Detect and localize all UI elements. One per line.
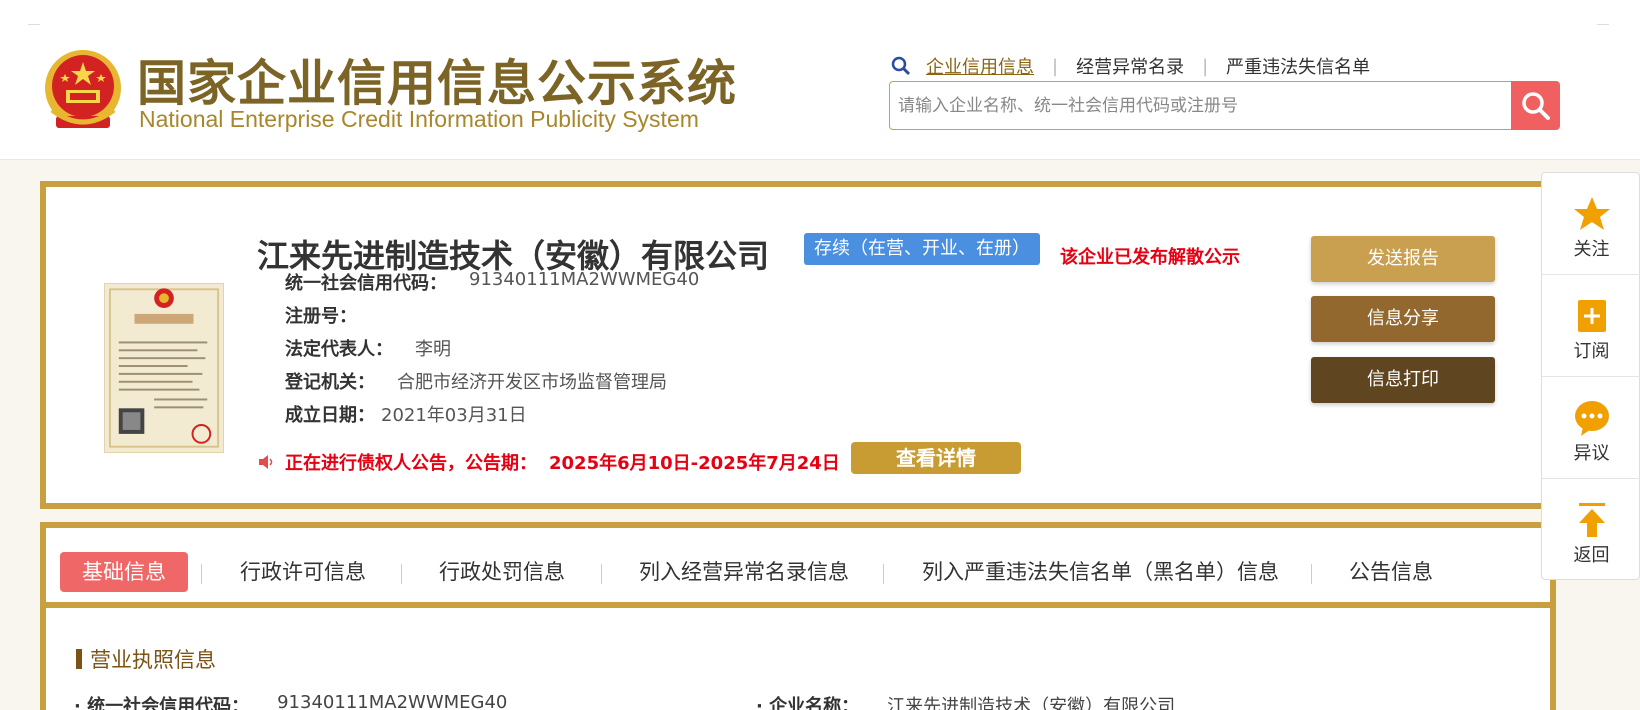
notice-text: 正在进行债权人公告，公告期： — [285, 453, 537, 474]
company-card: 江来先进制造技术（安徽）有限公司 存续（在营、开业、在册） 该企业已发布解散公示… — [40, 181, 1556, 509]
sidebar-label: 订阅 — [1573, 341, 1610, 362]
detail-value: 91340111MA2WWMEG40 — [277, 692, 508, 710]
search-button[interactable] — [1511, 81, 1560, 130]
field-establishment-date: 成立日期： 2021年03月31日 — [285, 401, 527, 427]
field-value: 合肥市经济开发区市场监督管理局 — [397, 372, 667, 393]
nav-serious-violation-list[interactable]: 严重违法失信名单 — [1226, 53, 1370, 79]
national-emblem-icon — [45, 50, 121, 128]
tab-announcements[interactable]: 公告信息 — [1349, 552, 1433, 592]
detail-value: 江来先进制造技术（安徽）有限公司 — [887, 696, 1176, 710]
field-registration-number: 注册号： — [285, 302, 357, 328]
field-legal-representative: 法定代表人： 李明 — [285, 335, 451, 361]
back-to-top-icon — [1579, 503, 1605, 537]
site-title-english: National Enterprise Credit Information P… — [139, 106, 699, 132]
search-icon — [1521, 91, 1550, 120]
star-icon — [1574, 197, 1610, 230]
header-divider-left — [28, 24, 40, 25]
follow-button[interactable]: 关注 — [1542, 173, 1640, 275]
share-info-button[interactable]: 信息分享 — [1311, 296, 1495, 342]
tab-divider — [601, 564, 602, 584]
tab-divider — [201, 564, 202, 584]
section-title-marker — [76, 649, 82, 669]
tab-bar: 基础信息 行政许可信息 行政处罚信息 列入经营异常名录信息 列入严重违法失信名单… — [46, 528, 1550, 608]
sidebar-label: 关注 — [1573, 239, 1610, 260]
page-header: 国家企业信用信息公示系统 National Enterprise Credit … — [0, 0, 1640, 160]
nav-separator: | — [1052, 55, 1059, 77]
field-credit-code: 统一社会信用代码： 91340111MA2WWMEG40 — [285, 269, 699, 295]
nav-separator: | — [1202, 55, 1209, 77]
speaker-icon — [259, 455, 273, 469]
objection-button[interactable]: 异议 — [1542, 377, 1640, 479]
tab-divider — [883, 564, 884, 584]
site-title: 国家企业信用信息公示系统 — [137, 55, 738, 112]
detail-company-name: · 企业名称： 江来先进制造技术（安徽）有限公司 — [756, 692, 1175, 710]
print-info-button[interactable]: 信息打印 — [1311, 357, 1495, 403]
field-value: 91340111MA2WWMEG40 — [469, 269, 700, 290]
floating-sidebar: 关注 订阅 异议 返回 — [1541, 172, 1640, 580]
subscribe-icon — [1578, 300, 1606, 332]
field-label: 成立日期： — [285, 405, 375, 426]
tab-abnormal-list[interactable]: 列入经营异常名录信息 — [639, 552, 849, 592]
dissolution-notice-link[interactable]: 该企业已发布解散公示 — [1060, 243, 1240, 269]
search-box — [889, 81, 1560, 130]
creditor-notice: 正在进行债权人公告，公告期： 2025年6月10日-2025年7月24日 — [257, 446, 840, 478]
tab-basic-info[interactable]: 基础信息 — [60, 552, 188, 592]
section-title-text: 营业执照信息 — [90, 648, 216, 672]
field-label: 统一社会信用代码： — [285, 273, 447, 294]
status-badge: 存续（在营、开业、在册） — [804, 233, 1040, 265]
sidebar-label: 异议 — [1573, 443, 1610, 464]
send-report-button[interactable]: 发送报告 — [1311, 236, 1495, 282]
comment-icon — [1575, 401, 1609, 436]
back-to-top-button[interactable]: 返回 — [1542, 479, 1640, 581]
nav-abnormal-list[interactable]: 经营异常名录 — [1076, 53, 1184, 79]
top-navigation: 企业信用信息 | 经营异常名录 | 严重违法失信名单 — [890, 52, 1370, 80]
notice-period: 2025年6月10日-2025年7月24日 — [549, 453, 840, 474]
detail-credit-code: · 统一社会信用代码： 91340111MA2WWMEG40 — [74, 692, 507, 710]
tab-divider — [401, 564, 402, 584]
tab-administrative-license[interactable]: 行政许可信息 — [240, 552, 366, 592]
search-icon — [891, 56, 911, 76]
subscribe-button[interactable]: 订阅 — [1542, 275, 1640, 377]
detail-label: · 企业名称： — [756, 696, 860, 710]
field-value: 李明 — [415, 339, 451, 360]
tab-administrative-penalty[interactable]: 行政处罚信息 — [439, 552, 565, 592]
field-label: 注册号： — [285, 306, 357, 327]
field-value: 2021年03月31日 — [381, 405, 527, 426]
search-input[interactable] — [898, 82, 1488, 129]
detail-label: · 统一社会信用代码： — [74, 696, 250, 710]
field-registration-authority: 登记机关： 合肥市经济开发区市场监督管理局 — [285, 368, 667, 394]
sidebar-label: 返回 — [1573, 545, 1610, 566]
field-label: 法定代表人： — [285, 339, 393, 360]
nav-enterprise-credit[interactable]: 企业信用信息 — [926, 53, 1034, 79]
section-title: 营业执照信息 — [76, 644, 216, 674]
detail-panel: 基础信息 行政许可信息 行政处罚信息 列入经营异常名录信息 列入严重违法失信名单… — [40, 522, 1556, 710]
tab-blacklist[interactable]: 列入严重违法失信名单（黑名单）信息 — [922, 552, 1279, 592]
view-details-button[interactable]: 查看详情 — [851, 442, 1021, 474]
header-divider-right — [1597, 24, 1609, 25]
tab-divider — [1311, 564, 1312, 584]
field-label: 登记机关： — [285, 372, 375, 393]
business-license-image[interactable] — [104, 283, 224, 453]
